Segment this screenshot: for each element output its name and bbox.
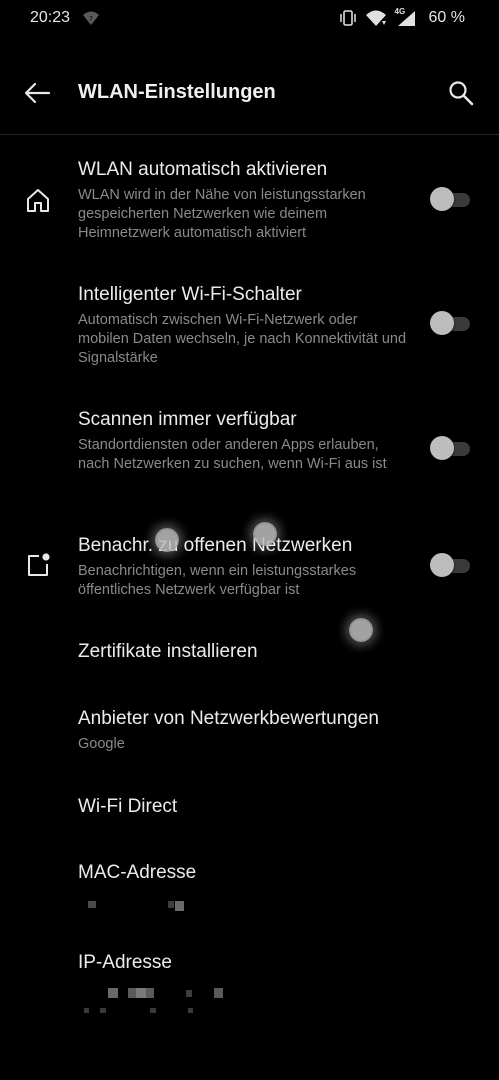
setting-summary: Benachrichtigen, wenn ein leistungsstark… (78, 563, 357, 598)
setting-title: Zertifikate installieren (78, 641, 258, 662)
wifi-question-icon: ? (82, 9, 100, 27)
status-bar: 20:23 ? 4G 60 % (0, 0, 499, 38)
setting-wifi-direct[interactable]: Wi-Fi Direct (0, 780, 499, 835)
touch-indicator (253, 522, 277, 546)
setting-smart-wifi-switch[interactable]: Intelligenter Wi-Fi-Schalter Automatisch… (0, 275, 499, 375)
vibrate-icon (339, 9, 357, 27)
status-icons: 4G 60 % (339, 7, 465, 28)
back-arrow-icon (23, 82, 51, 109)
cell-signal-icon: 4G (394, 7, 417, 27)
setting-title: Scannen immer verfügbar (78, 409, 297, 430)
setting-auto-enable-wlan[interactable]: WLAN automatisch aktivieren WLAN wird in… (0, 150, 499, 250)
scanning-always-available-toggle[interactable] (430, 436, 470, 460)
setting-title: Intelligenter Wi-Fi-Schalter (78, 284, 302, 305)
setting-title: Anbieter von Netzwerkbewertungen (78, 708, 380, 729)
status-time: 20:23 (30, 9, 71, 26)
page-title: WLAN-Einstellungen (78, 81, 276, 103)
setting-summary: WLAN wird in der Nähe von leistungsstark… (78, 187, 366, 241)
home-icon (24, 186, 52, 214)
setting-summary: Standortdiensten oder anderen Apps erlau… (78, 437, 387, 472)
touch-indicator (349, 618, 373, 642)
setting-summary: Automatisch zwischen Wi-Fi-Netzwerk oder… (78, 312, 407, 366)
open-network-notification-toggle[interactable] (430, 553, 470, 577)
setting-scanning-always-available[interactable]: Scannen immer verfügbar Standortdiensten… (0, 400, 499, 500)
auto-enable-wlan-toggle[interactable] (430, 187, 470, 211)
touch-indicator (155, 528, 179, 552)
setting-title: WLAN automatisch aktivieren (78, 159, 328, 180)
setting-title: Wi-Fi Direct (78, 796, 178, 817)
back-button[interactable] (18, 78, 56, 112)
search-button[interactable] (442, 76, 480, 114)
setting-install-certificates[interactable]: Zertifikate installieren (0, 625, 499, 680)
setting-title: Benachr. zu offenen Netzwerken (78, 535, 353, 556)
setting-summary: Google (78, 736, 125, 752)
search-icon (447, 79, 475, 112)
setting-network-rating-provider[interactable]: Anbieter von Netzwerkbewertungen Google (0, 690, 499, 760)
battery-percentage: 60 % (428, 9, 465, 26)
svg-text:?: ? (89, 15, 93, 23)
setting-ip-address: IP-Adresse (0, 935, 499, 1025)
network-type-label: 4G (394, 7, 406, 16)
wifi-icon (365, 9, 387, 27)
setting-title: IP-Adresse (78, 952, 172, 973)
setting-open-network-notification[interactable]: Benachr. zu offenen Netzwerken Benachric… (0, 525, 499, 605)
setting-title: MAC-Adresse (78, 862, 197, 883)
setting-mac-address: MAC-Adresse (0, 845, 499, 920)
notification-badge-icon (24, 551, 52, 579)
smart-wifi-switch-toggle[interactable] (430, 311, 470, 335)
toolbar: WLAN-Einstellungen (0, 58, 499, 130)
toolbar-divider (0, 134, 499, 135)
